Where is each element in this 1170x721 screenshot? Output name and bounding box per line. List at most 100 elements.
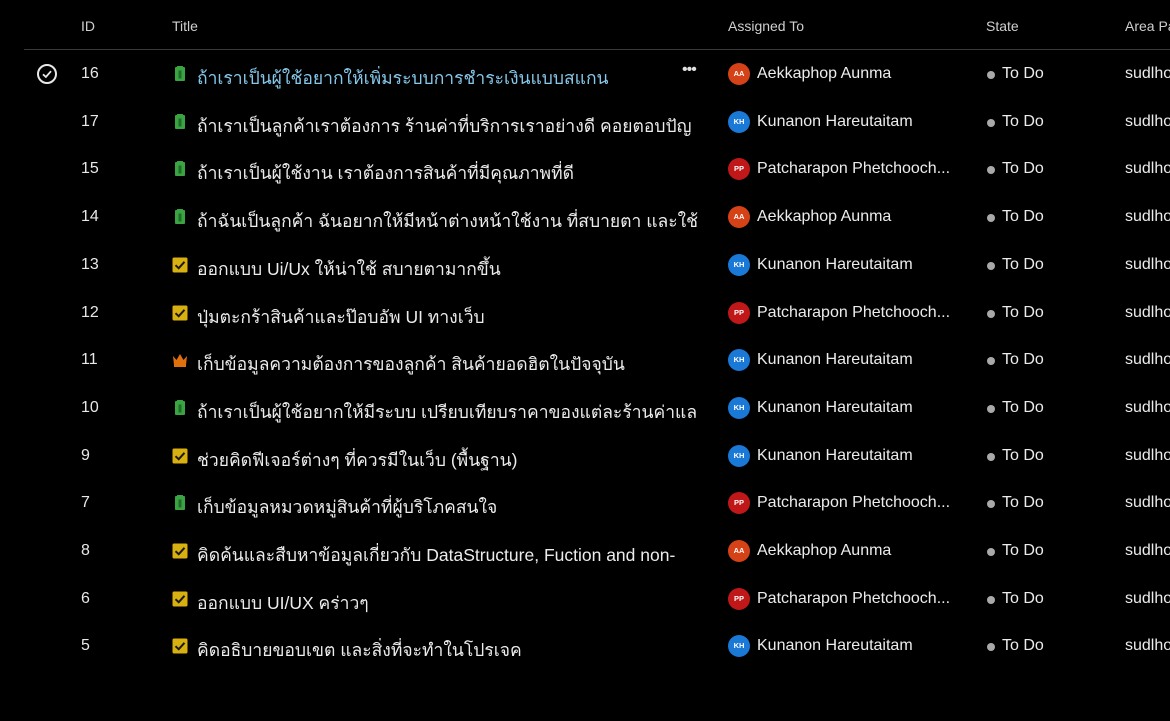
work-item-id: 6	[81, 589, 90, 607]
work-item-id: 11	[81, 351, 98, 369]
work-item-title-link[interactable]: เก็บข้อมูลหมวดหมู่สินค้าที่ผู้บริโภคสนใจ	[197, 493, 710, 521]
assigned-to-name: Patcharapon Phetchooch...	[757, 160, 951, 178]
assigned-to-name: Kunanon Hareutaitam	[757, 398, 913, 416]
work-item-id: 8	[81, 542, 90, 559]
work-item-row[interactable]: 9 ช่วยคิดฟีเจอร์ต่างๆ ที่ควรมีในเว็บ (พื้…	[0, 432, 1170, 480]
work-item-id: 14	[81, 208, 99, 226]
work-item-id: 13	[81, 255, 99, 273]
state-label: To Do	[1002, 112, 1044, 130]
area-path: sudlho	[1125, 398, 1170, 416]
avatar: KH	[728, 110, 750, 133]
work-item-row[interactable]: 10 ถ้าเราเป็นผู้ใช้อยากให้มีระบบ เปรียบเท…	[0, 384, 1170, 432]
column-header-title[interactable]: Title	[172, 18, 198, 34]
area-path: sudlho	[1125, 637, 1170, 655]
work-item-title-link[interactable]: ถ้าเราเป็นผู้ใช้งาน เราต้องการสินค้าที่ม…	[197, 159, 710, 187]
state-label: To Do	[1002, 494, 1044, 512]
work-item-row[interactable]: 16 ถ้าเราเป็นผู้ใช้อยากให้เพิ่มระบบการชำร…	[0, 50, 1170, 98]
assigned-to-name: Kunanon Hareutaitam	[757, 255, 913, 273]
assigned-to-name: Aekkaphop Aunma	[757, 542, 892, 559]
assigned-to-name: Aekkaphop Aunma	[757, 208, 892, 226]
work-item-title-link[interactable]: ออกแบบ Ui/Ux ให้น่าใช้ สบายตามากขึ้น	[197, 255, 710, 283]
state-dot-icon	[987, 118, 995, 127]
avatar: AA	[728, 540, 750, 562]
work-item-title-link[interactable]: ออกแบบ UI/UX คร่าวๆ	[197, 589, 710, 617]
state-label: To Do	[1002, 446, 1044, 464]
state-label: To Do	[1002, 255, 1044, 273]
state-label: To Do	[1002, 208, 1044, 226]
user-story-icon	[172, 66, 188, 82]
state-dot-icon	[987, 166, 995, 175]
work-item-id: 9	[81, 446, 90, 464]
work-item-row[interactable]: 17 ถ้าเราเป็นลูกค้าเราต้องการ ร้านค่าที่บ…	[0, 98, 1170, 146]
area-path: sudlho	[1125, 303, 1170, 321]
work-item-title-link[interactable]: คิดค้นและสืบหาข้อมูลเกี่ยวกับ DataStruct…	[197, 541, 710, 569]
assigned-to-name: Patcharapon Phetchooch...	[757, 303, 951, 321]
state-label: To Do	[1002, 65, 1044, 82]
work-item-row[interactable]: 11 เก็บข้อมูลความต้องการของลูกค้า สินค้าย…	[0, 336, 1170, 384]
column-header-id[interactable]: ID	[81, 18, 95, 34]
user-story-icon	[172, 495, 188, 511]
work-item-title-link[interactable]: ปุ่มตะกร้าสินค้าและป๊อบอัพ UI ทางเว็บ	[197, 303, 710, 331]
state-dot-icon	[987, 548, 995, 556]
selected-check-icon[interactable]	[37, 64, 57, 84]
area-path: sudlho	[1125, 494, 1170, 512]
work-item-id: 10	[81, 398, 99, 416]
assigned-to-name: Kunanon Hareutaitam	[757, 637, 913, 655]
assigned-to-name: Patcharapon Phetchooch...	[757, 494, 951, 512]
area-path: sudlho	[1125, 589, 1170, 607]
area-path: sudlho	[1125, 446, 1170, 464]
feature-icon	[172, 352, 188, 368]
column-header-assigned-to[interactable]: Assigned To	[728, 18, 804, 34]
work-item-title-link[interactable]: ถ้าฉันเป็นลูกค้า ฉันอยากให้มีหน้าต่างหน้…	[197, 207, 710, 235]
avatar: KH	[728, 635, 750, 658]
state-label: To Do	[1002, 160, 1044, 178]
state-dot-icon	[987, 261, 995, 270]
area-path: sudlho	[1125, 160, 1170, 178]
assigned-to-name: Aekkaphop Aunma	[757, 65, 892, 82]
task-icon	[172, 591, 188, 607]
more-actions-icon[interactable]: •••	[682, 61, 697, 79]
area-path: sudlho	[1125, 255, 1170, 273]
work-item-title-link[interactable]: ถ้าเราเป็นผู้ใช้อยากให้เพิ่มระบบการชำระเ…	[197, 64, 710, 92]
work-item-row[interactable]: 6 ออกแบบ UI/UX คร่าวๆ PP Patcharapon Phetch…	[0, 575, 1170, 623]
user-story-icon	[172, 161, 188, 177]
column-header-state[interactable]: State	[986, 18, 1019, 34]
work-item-title-link[interactable]: ถ้าเราเป็นลูกค้าเราต้องการ ร้านค่าที่บริ…	[197, 112, 710, 140]
work-item-row[interactable]: 8 คิดค้นและสืบหาข้อมูลเกี่ยวกับ DataStruc…	[0, 527, 1170, 575]
task-icon	[172, 305, 188, 321]
area-path: sudlho	[1125, 65, 1170, 82]
avatar: KH	[728, 349, 750, 372]
avatar: KH	[728, 253, 750, 276]
work-item-title-link[interactable]: ถ้าเราเป็นผู้ใช้อยากให้มีระบบ เปรียบเทีย…	[197, 398, 710, 426]
avatar: KH	[728, 396, 750, 419]
work-item-title-link[interactable]: เก็บข้อมูลความต้องการของลูกค้า สินค้ายอด…	[197, 350, 710, 378]
work-item-id: 17	[81, 112, 99, 130]
grid-header: ID Title Assigned To State Area Pa	[0, 0, 1170, 50]
task-icon	[172, 543, 188, 559]
work-item-row[interactable]: 5 คิดอธิบายขอบเขต และสิ่งที่จะทำในโปรเจค K…	[0, 622, 1170, 670]
work-item-id: 5	[81, 637, 90, 655]
work-item-row[interactable]: 15 ถ้าเราเป็นผู้ใช้งาน เราต้องการสินค้าที…	[0, 145, 1170, 193]
work-item-row[interactable]: 7 เก็บข้อมูลหมวดหมู่สินค้าที่ผู้บริโภคสนใ…	[0, 479, 1170, 527]
work-item-row[interactable]: 14 ถ้าฉันเป็นลูกค้า ฉันอยากให้มีหน้าต่างห…	[0, 193, 1170, 241]
assigned-to-name: Kunanon Hareutaitam	[757, 112, 913, 130]
assigned-to-name: Patcharapon Phetchooch...	[757, 589, 951, 607]
state-dot-icon	[987, 643, 995, 652]
avatar: PP	[728, 301, 750, 324]
column-header-area-path[interactable]: Area Pa	[1125, 18, 1170, 34]
state-label: To Do	[1002, 351, 1044, 369]
task-icon	[172, 448, 188, 464]
work-item-title-link[interactable]: คิดอธิบายขอบเขต และสิ่งที่จะทำในโปรเจค	[197, 636, 710, 664]
work-item-title-link[interactable]: ช่วยคิดฟีเจอร์ต่างๆ ที่ควรมีในเว็บ (พื้น…	[197, 446, 710, 474]
state-label: To Do	[1002, 589, 1044, 607]
state-dot-icon	[987, 214, 995, 223]
work-item-row[interactable]: 13 ออกแบบ Ui/Ux ให้น่าใช้ สบายตามากขึ้น KH…	[0, 241, 1170, 289]
work-item-id: 15	[81, 160, 99, 178]
work-item-id: 16	[81, 65, 99, 82]
work-item-row[interactable]: 12 ปุ่มตะกร้าสินค้าและป๊อบอัพ UI ทางเว็บ P…	[0, 289, 1170, 337]
avatar: PP	[728, 158, 750, 181]
state-label: To Do	[1002, 637, 1044, 655]
area-path: sudlho	[1125, 208, 1170, 226]
state-dot-icon	[987, 500, 995, 509]
state-label: To Do	[1002, 303, 1044, 321]
